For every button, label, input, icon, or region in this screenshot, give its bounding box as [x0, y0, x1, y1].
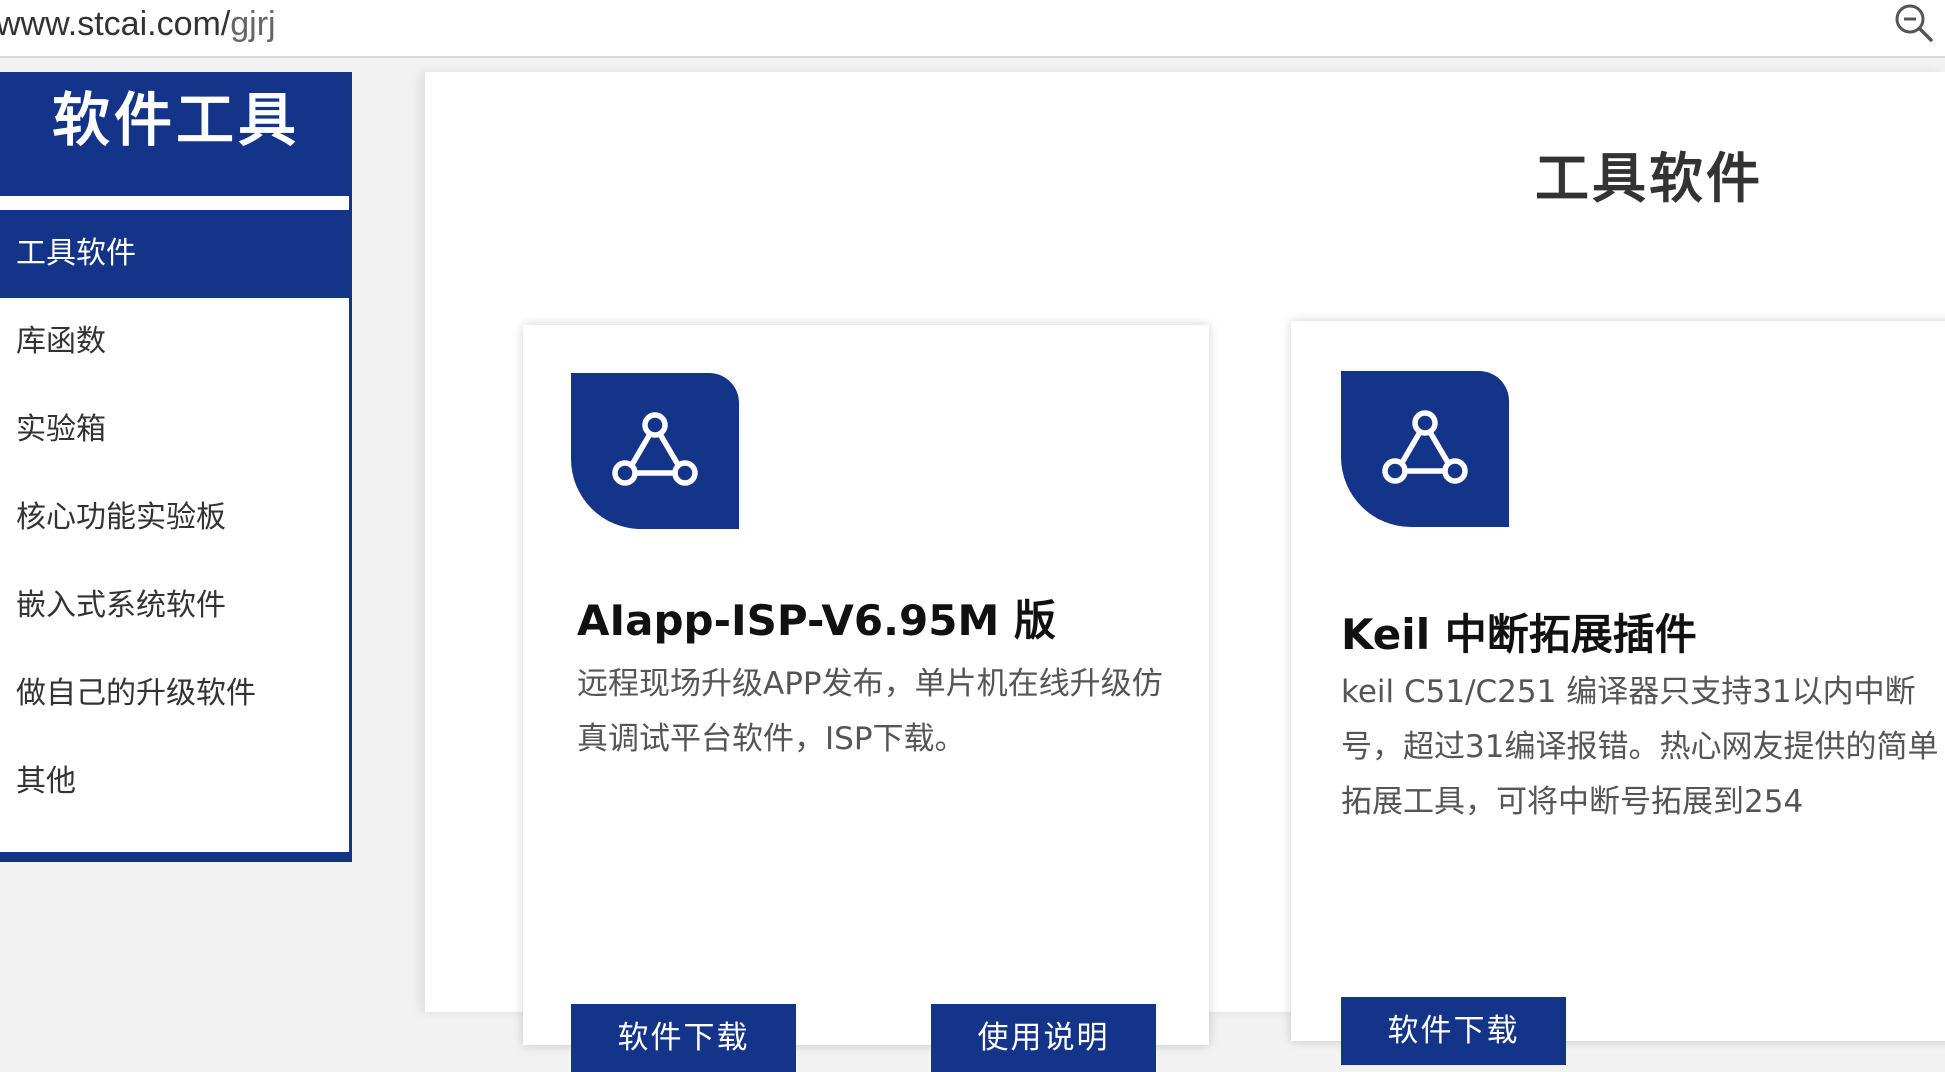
- software-card: AIapp-ISP-V6.95M 版 远程现场升级APP发布，单片机在线升级仿真…: [523, 325, 1209, 1072]
- url-text[interactable]: www.stcai.com/gjrj: [0, 2, 276, 46]
- sidebar: 软件工具 工具软件 库函数 实验箱 核心功能实验板 嵌入式系统软件 做自己的升级…: [0, 72, 352, 862]
- software-card: Keil 中断拓展插件 keil C51/C251 编译器只支持31以内中断号，…: [1291, 321, 1945, 1065]
- card-title: AIapp-ISP-V6.95M 版: [577, 596, 1056, 645]
- main-content: 工具软件 AIapp-ISP-V6.95M 版 远程现场升级APP发布，单片机在…: [425, 72, 1945, 1072]
- software-download-button[interactable]: 软件下载: [1341, 997, 1566, 1065]
- zoom-out-icon[interactable]: [1893, 2, 1935, 44]
- card-description: keil C51/C251 编译器只支持31以内中断号，超过31编译报错。热心网…: [1341, 674, 1939, 820]
- sidebar-item-library-functions[interactable]: 库函数: [0, 298, 349, 386]
- share-nodes-icon: [612, 412, 698, 486]
- card-description: 远程现场升级APP发布，单片机在线升级仿真调试平台软件，ISP下载。: [577, 666, 1163, 757]
- sidebar-item-core-board[interactable]: 核心功能实验板: [0, 474, 349, 562]
- sidebar-item-upgrade-software[interactable]: 做自己的升级软件: [0, 650, 349, 738]
- sidebar-menu: 工具软件 库函数 实验箱 核心功能实验板 嵌入式系统软件 做自己的升级软件 其他: [0, 210, 349, 826]
- card-icon-tile: [571, 373, 739, 529]
- card-title: Keil 中断拓展插件: [1341, 610, 1697, 659]
- user-manual-button[interactable]: 使用说明: [931, 1004, 1156, 1072]
- sidebar-item-experiment-box[interactable]: 实验箱: [0, 386, 349, 474]
- address-bar[interactable]: www.stcai.com/gjrj: [0, 0, 1945, 58]
- page-title: 工具软件: [1535, 147, 1763, 210]
- sidebar-item-other[interactable]: 其他: [0, 738, 349, 826]
- sidebar-item-embedded-software[interactable]: 嵌入式系统软件: [0, 562, 349, 650]
- sidebar-bottom-bar: [0, 852, 349, 862]
- url-host: www.stcai.com/: [0, 5, 231, 43]
- share-nodes-icon: [1382, 410, 1468, 484]
- sidebar-item-tool-software[interactable]: 工具软件: [0, 210, 349, 298]
- card-icon-tile: [1341, 371, 1509, 527]
- sidebar-title: 软件工具: [0, 72, 349, 196]
- software-download-button[interactable]: 软件下载: [571, 1004, 796, 1072]
- url-path: gjrj: [230, 5, 276, 43]
